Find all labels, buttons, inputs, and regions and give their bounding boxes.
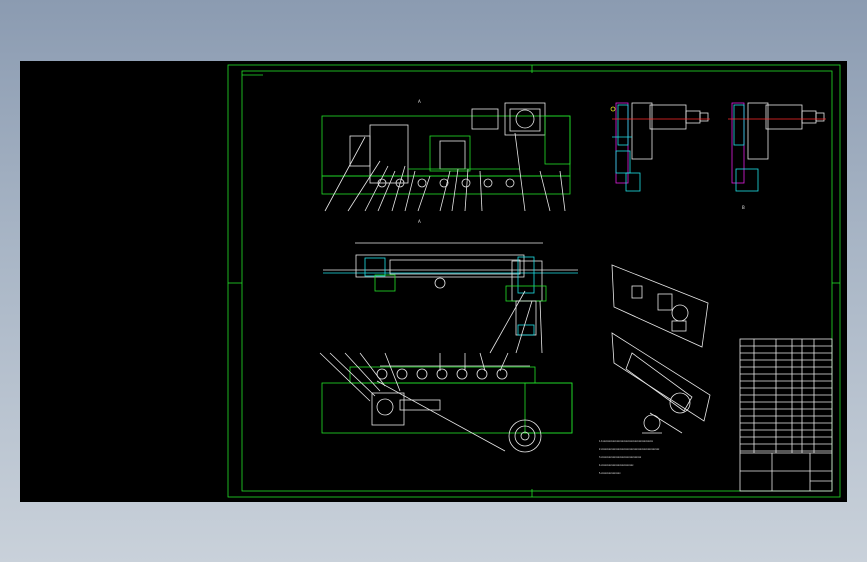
note-line: 4.xxxxxxxxxxxxxxxxxxxxxxxxx [599,464,634,467]
svg-text:B: B [742,205,745,210]
svg-text:A: A [418,99,421,104]
note-line: 5.xxxxxxxxxxxxxxx [599,472,621,475]
note-line: 2.xxxxxxxxxxxxxxxxxxxxxxxxxxxxxxxxxxxxxx… [599,448,660,451]
technical-requirements: 1.1xxxxxxxxxxxxxxxxxxxxxxxxxxxxxxxxxxxxx… [599,432,662,475]
isometric-view-bottom [611,332,711,434]
title-block [739,338,833,492]
bottom-view [319,352,573,453]
inner-frame [241,70,833,492]
note-line: 3.xxxxxxxxxxxxxxxxxxxxxxxxxxxxxxx [599,456,642,459]
isometric-view-top [611,264,709,348]
cad-viewport[interactable]: A A B 1.1xxxxxxxxxxxxxxxxxxxxxxxxxxxxxxx… [20,61,847,502]
side-view-left [610,102,710,192]
note-line: 1.1xxxxxxxxxxxxxxxxxxxxxxxxxxxxxxxxxxxxx… [599,440,654,443]
svg-text:A: A [418,219,421,224]
side-view-right: B [728,102,826,210]
top-view [323,242,578,354]
front-view: A A [321,99,571,224]
drawing-sheet: A A B 1.1xxxxxxxxxxxxxxxxxxxxxxxxxxxxxxx… [227,64,841,498]
